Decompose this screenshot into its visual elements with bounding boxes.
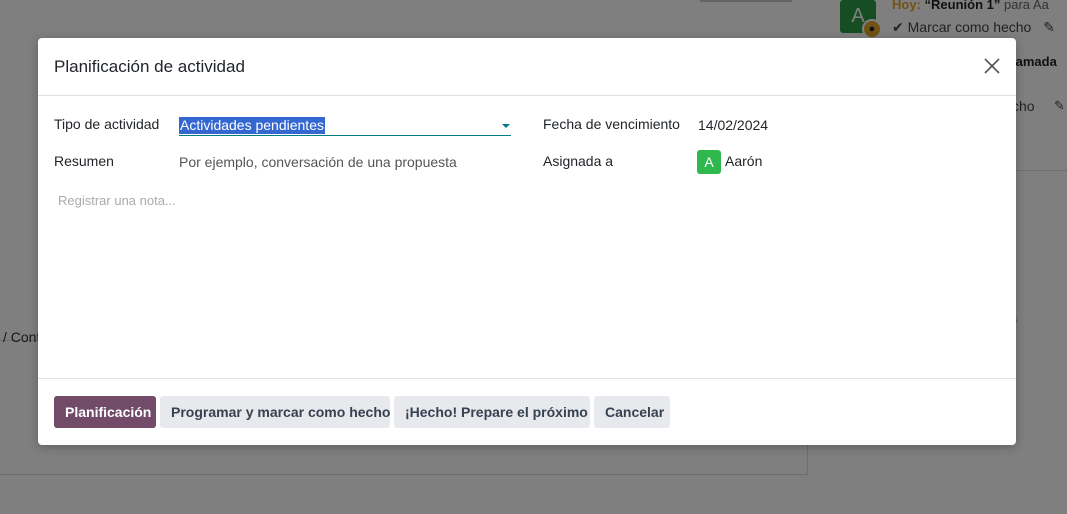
dialog-title: Planificación de actividad: [54, 57, 245, 76]
dialog-footer: Planificación Programar y marcar como he…: [38, 379, 1016, 445]
schedule-mark-done-button[interactable]: Programar y marcar como hecho: [160, 396, 390, 428]
dialog-header: Planificación de actividad: [38, 38, 1016, 96]
summary-label: Resumen: [54, 153, 114, 169]
close-icon[interactable]: [982, 56, 1002, 76]
assignee-avatar: A: [697, 150, 721, 174]
caret-down-icon: [502, 124, 510, 128]
due-date-input[interactable]: 14/02/2024: [698, 117, 768, 133]
assignee-name[interactable]: Aarón: [725, 153, 762, 169]
schedule-activity-dialog: Planificación de actividad Tipo de activ…: [38, 38, 1016, 445]
summary-input[interactable]: [179, 154, 509, 170]
cancel-button[interactable]: Cancelar: [594, 396, 670, 428]
activity-type-value: Actividades pendientes: [179, 117, 325, 134]
due-date-label: Fecha de vencimiento: [543, 116, 680, 132]
dialog-body: Tipo de actividad Actividades pendientes…: [38, 96, 1016, 379]
done-schedule-next-button[interactable]: ¡Hecho! Prepare el próximo: [394, 396, 590, 428]
assigned-to-label: Asignada a: [543, 153, 614, 169]
activity-type-label: Tipo de actividad: [54, 116, 160, 132]
schedule-button[interactable]: Planificación: [54, 396, 156, 428]
activity-type-select[interactable]: Actividades pendientes: [179, 116, 511, 136]
note-textarea[interactable]: [58, 193, 988, 303]
